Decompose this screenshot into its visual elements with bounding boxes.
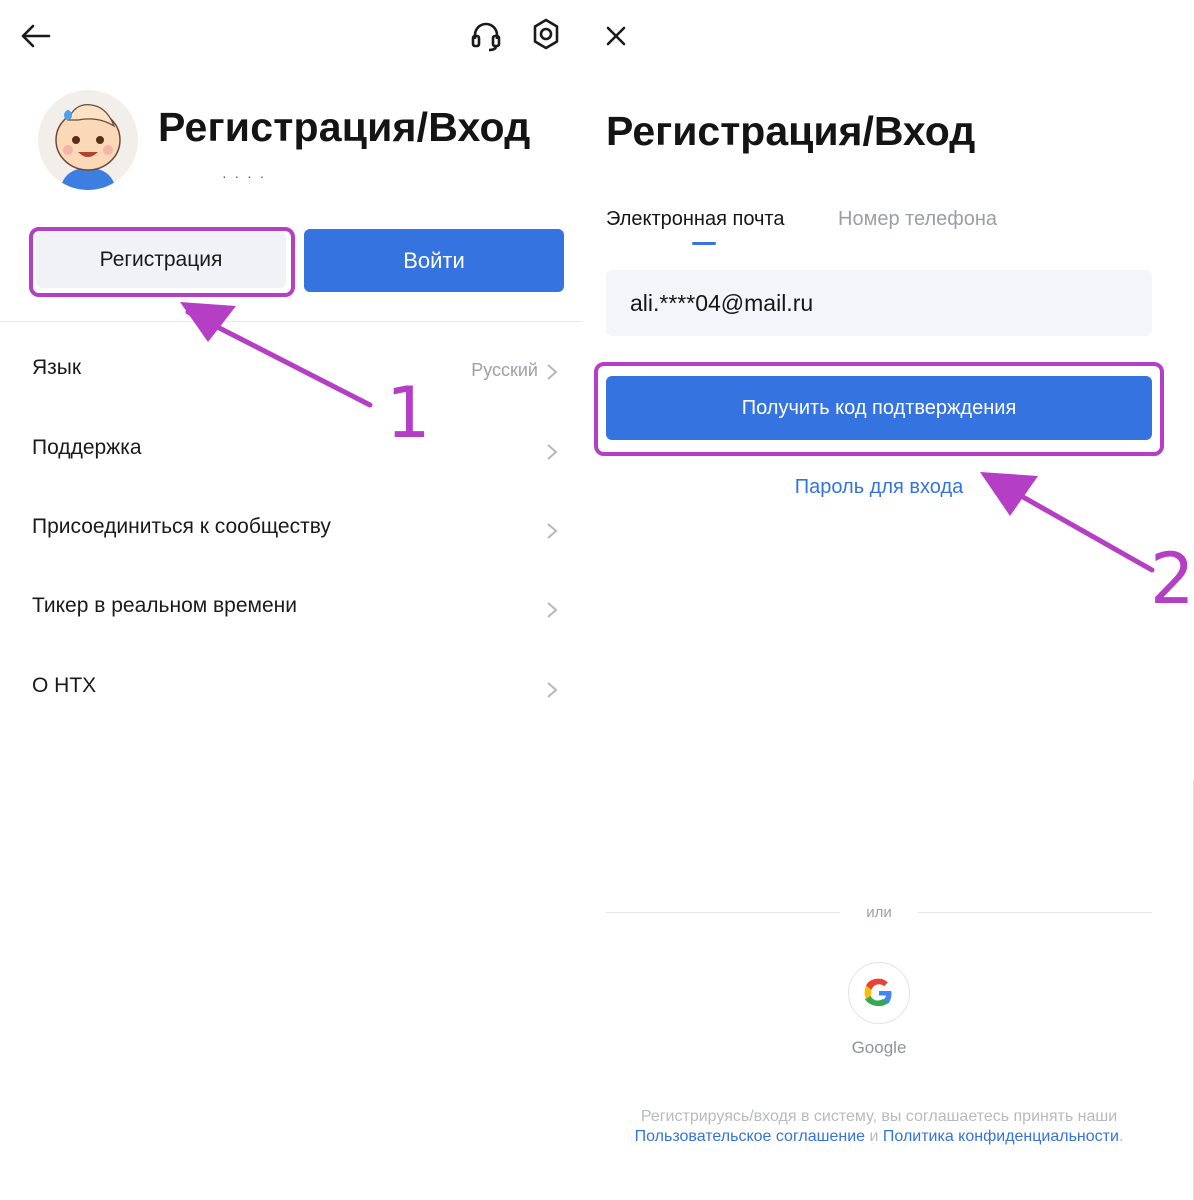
language-value: Русский bbox=[471, 360, 538, 380]
menu-item-ticker[interactable]: Тикер в реальном времени bbox=[0, 580, 582, 640]
highlight-frame-get-code bbox=[594, 362, 1164, 456]
privacy-policy-link[interactable]: Политика конфиденциальности bbox=[883, 1128, 1119, 1145]
chevron-right-icon bbox=[547, 364, 558, 380]
google-g-icon bbox=[864, 978, 892, 1007]
chevron-right-icon bbox=[547, 523, 558, 539]
or-label: или bbox=[866, 904, 892, 921]
profile-panel: Регистрация/Вход · · · · Регистрация Вой… bbox=[0, 0, 582, 1200]
headset-icon[interactable] bbox=[464, 14, 508, 58]
tab-email[interactable]: Электронная почта bbox=[606, 208, 784, 231]
menu-item-label: Поддержка bbox=[32, 436, 142, 459]
google-label: Google bbox=[851, 1038, 907, 1057]
menu-item-label: О HTX bbox=[32, 674, 97, 697]
terms-end: . bbox=[1118, 1128, 1124, 1145]
email-value: ali.****04@mail.ru bbox=[630, 290, 814, 316]
chevron-right-icon bbox=[547, 444, 558, 460]
tab-active-indicator bbox=[692, 242, 716, 245]
login-panel: Регистрация/Вход Электронная почта Номер… bbox=[582, 0, 1194, 1200]
tab-phone[interactable]: Номер телефона bbox=[838, 208, 997, 231]
chevron-right-icon bbox=[547, 682, 558, 698]
menu-item-community[interactable]: Присоединиться к сообществу bbox=[0, 501, 582, 561]
email-field[interactable]: ali.****04@mail.ru bbox=[606, 270, 1152, 336]
back-arrow-icon[interactable] bbox=[14, 14, 58, 58]
menu-item-label: Язык bbox=[32, 356, 82, 379]
annotation-number-1: 1 bbox=[386, 372, 431, 454]
close-icon[interactable] bbox=[594, 14, 638, 58]
page-title: Регистрация/Вход bbox=[606, 108, 976, 154]
subtitle: · · · · bbox=[222, 168, 267, 184]
terms-intro: Регистрируясь/входя в систему, вы соглаш… bbox=[640, 1108, 1118, 1125]
terms-and: и bbox=[865, 1128, 883, 1145]
menu-item-label: Присоединиться к сообществу bbox=[32, 515, 331, 538]
terms-text: Регистрируясь/входя в систему, вы соглаш… bbox=[582, 1107, 1176, 1147]
google-login-button[interactable] bbox=[848, 962, 910, 1024]
user-agreement-link[interactable]: Пользовательское соглашение bbox=[635, 1128, 865, 1145]
chevron-right-icon bbox=[547, 602, 558, 618]
menu-item-label: Тикер в реальном времени bbox=[32, 594, 297, 617]
annotation-number-2: 2 bbox=[1150, 538, 1194, 620]
avatar bbox=[38, 90, 138, 190]
menu-item-about[interactable]: О HTX bbox=[0, 660, 582, 720]
page-title: Регистрация/Вход bbox=[158, 104, 531, 150]
settings-gear-icon[interactable] bbox=[524, 12, 568, 56]
